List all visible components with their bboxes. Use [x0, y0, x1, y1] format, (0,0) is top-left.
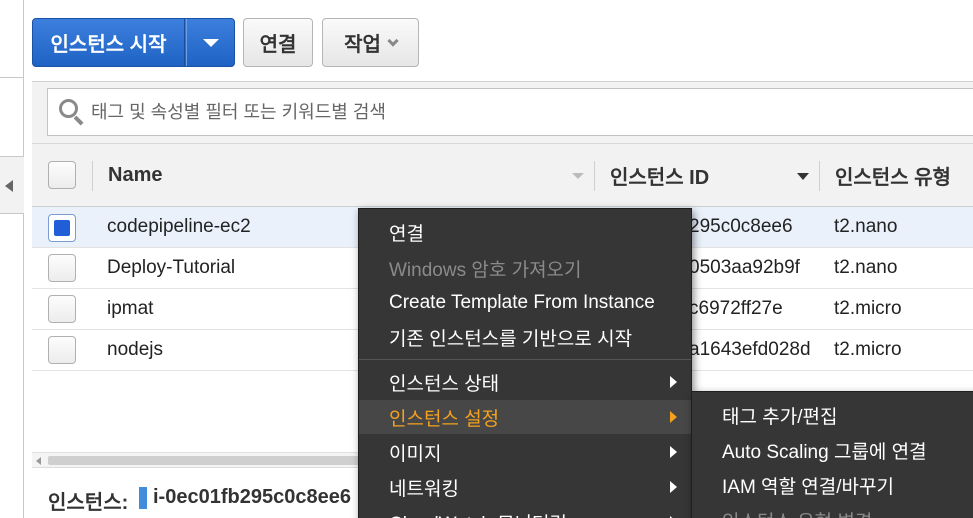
chevron-down-icon [387, 34, 399, 47]
details-label: 인스턴스: [48, 492, 129, 514]
column-divider [594, 161, 595, 191]
launch-instance-button[interactable]: 인스턴스 시작 [33, 19, 185, 66]
sidebar-segment [0, 78, 24, 156]
column-header-instance-type[interactable]: 인스턴스 유형 [835, 144, 951, 206]
cell-instance-type: t2.micro [834, 298, 902, 319]
cell-instance-id: c6972ff27e [689, 298, 783, 319]
row-checkbox[interactable] [48, 295, 76, 323]
sort-caret-icon[interactable] [797, 173, 809, 180]
column-divider [819, 161, 820, 191]
launch-instance-split-button: 인스턴스 시작 [32, 18, 235, 67]
scroll-left-icon[interactable] [36, 457, 41, 465]
sidebar-rail [0, 0, 24, 518]
cell-name: Deploy-Tutorial [107, 257, 236, 278]
select-all-checkbox[interactable] [48, 161, 76, 189]
cell-instance-type: t2.micro [834, 339, 902, 360]
chevron-right-icon [670, 411, 677, 423]
menu-item-label: 인스턴스 상태 [389, 373, 500, 395]
toolbar: 인스턴스 시작 연결 작업 [32, 18, 973, 68]
actions-label: 작업 [344, 34, 381, 56]
scrollbar-thumb[interactable] [48, 456, 388, 465]
chevron-right-icon [670, 376, 677, 388]
search-box [47, 88, 973, 136]
menu-item-create-template[interactable]: Create Template From Instance [359, 286, 691, 320]
chevron-right-icon [670, 481, 677, 493]
submenu-item-attach-to-asg[interactable]: Auto Scaling 그룹에 연결 [692, 433, 973, 468]
chevron-right-icon [670, 446, 677, 458]
menu-item-instance-state[interactable]: 인스턴스 상태 [359, 365, 691, 399]
cell-name: codepipeline-ec2 [107, 216, 251, 237]
caret-down-icon [202, 38, 219, 47]
menu-divider [359, 359, 691, 360]
cell-name: ipmat [107, 298, 154, 319]
search-icon [57, 97, 87, 127]
sort-caret-icon[interactable] [572, 173, 584, 179]
column-header-instance-id[interactable]: 인스턴스 ID [610, 144, 709, 206]
context-menu: 연결 Windows 암호 가져오기 Create Template From … [358, 208, 692, 518]
table-header: Name 인스턴스 ID 인스턴스 유형 [32, 143, 973, 207]
instance-settings-submenu: 태그 추가/편집 Auto Scaling 그룹에 연결 IAM 역할 연결/바… [691, 391, 973, 518]
column-divider [92, 161, 93, 191]
status-marker [139, 487, 147, 509]
launch-options-dropdown[interactable] [186, 19, 234, 66]
menu-item-cloudwatch-monitoring[interactable]: CloudWatch 모니터링 [359, 505, 691, 518]
column-header-name[interactable]: Name [108, 144, 162, 206]
details-instance-id: i-0ec01fb295c0c8ee6 [153, 486, 351, 508]
submenu-item-add-edit-tags[interactable]: 태그 추가/편집 [692, 398, 973, 433]
submenu-item-attach-replace-iam-role[interactable]: IAM 역할 연결/바꾸기 [692, 468, 973, 503]
cell-instance-id: 295c0c8ee6 [689, 216, 793, 237]
menu-item-networking[interactable]: 네트워킹 [359, 470, 691, 504]
search-input[interactable] [91, 101, 973, 123]
menu-item-launch-more-like-this[interactable]: 기존 인스턴스를 기반으로 시작 [359, 320, 691, 354]
connect-button[interactable]: 연결 [243, 18, 313, 67]
cell-instance-id: a1643efd028d [689, 339, 811, 360]
chevron-left-icon[interactable] [5, 180, 13, 192]
menu-item-label: 이미지 [389, 443, 442, 465]
row-checkbox[interactable] [48, 214, 76, 242]
sidebar-segment [0, 214, 24, 518]
menu-item-label: 인스턴스 설정 [389, 408, 500, 430]
menu-item-instance-settings[interactable]: 인스턴스 설정 [359, 400, 691, 434]
ec2-console: 인스턴스 시작 연결 작업 Name [0, 0, 973, 518]
submenu-item-change-instance-type: 인스턴스 유형 변경 [692, 503, 973, 518]
menu-item-connect[interactable]: 연결 [359, 215, 691, 249]
menu-item-image[interactable]: 이미지 [359, 435, 691, 469]
cell-instance-id: 0503aa92b9f [689, 257, 800, 278]
menu-item-label: 네트워킹 [389, 478, 459, 500]
row-checkbox[interactable] [48, 254, 76, 282]
filter-panel [32, 81, 973, 143]
actions-button[interactable]: 작업 [322, 18, 419, 67]
sidebar-segment [0, 0, 24, 78]
menu-item-label: CloudWatch 모니터링 [389, 509, 567, 518]
cell-instance-type: t2.nano [834, 257, 898, 278]
cell-instance-type: t2.nano [834, 216, 898, 237]
menu-item-get-windows-password: Windows 암호 가져오기 [389, 259, 582, 281]
cell-name: nodejs [107, 339, 163, 360]
row-checkbox[interactable] [48, 336, 76, 364]
